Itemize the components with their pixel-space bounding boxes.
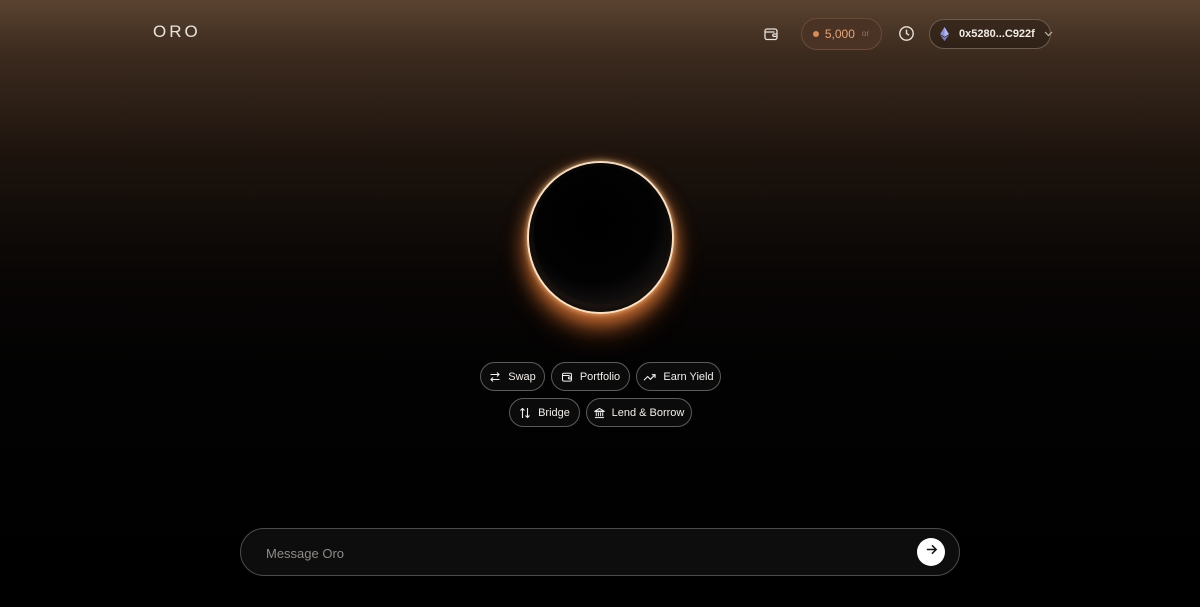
bridge-label: Bridge [538,406,570,419]
bank-icon [593,407,605,419]
ethereum-icon [940,26,949,41]
portfolio-action-chip[interactable]: Portfolio [551,362,630,391]
earn-yield-action-chip[interactable]: Earn Yield [636,362,721,391]
wallet-address: 0x5280...C922f [959,27,1035,40]
message-input[interactable] [264,529,898,577]
send-button[interactable] [917,538,945,566]
trending-up-icon [643,372,657,382]
portfolio-label: Portfolio [579,370,621,383]
header-toolbar: 5,000 or 0x5280...C922f [760,17,1053,50]
up-down-arrows-icon [519,407,531,419]
arrow-right-icon [925,543,938,561]
bridge-action-chip[interactable]: Bridge [509,398,580,427]
swap-action-chip[interactable]: Swap [480,362,545,391]
lend-borrow-label: Lend & Borrow [611,406,685,419]
history-clock-icon [898,25,915,42]
oro-orb-graphic [520,157,684,333]
earn-yield-label: Earn Yield [663,370,714,383]
orb-core [534,166,667,304]
history-button[interactable] [895,23,917,45]
message-composer [240,528,960,577]
chevron-down-icon [1044,31,1053,37]
points-unit: or [861,29,869,38]
wallet-account-selector[interactable]: 0x5280...C922f [929,18,1053,49]
points-dot-icon [812,30,819,37]
app-logo[interactable]: ORO [153,22,201,42]
wallet-icon [763,26,779,42]
lend-borrow-action-chip[interactable]: Lend & Borrow [586,398,692,427]
wallet-button[interactable] [760,23,782,45]
points-value: 5,000 [824,26,855,41]
wallet-icon [561,371,573,383]
points-balance-badge[interactable]: 5,000 or [800,17,882,50]
swap-arrows-icon [489,371,501,383]
swap-label: Swap [508,370,536,383]
